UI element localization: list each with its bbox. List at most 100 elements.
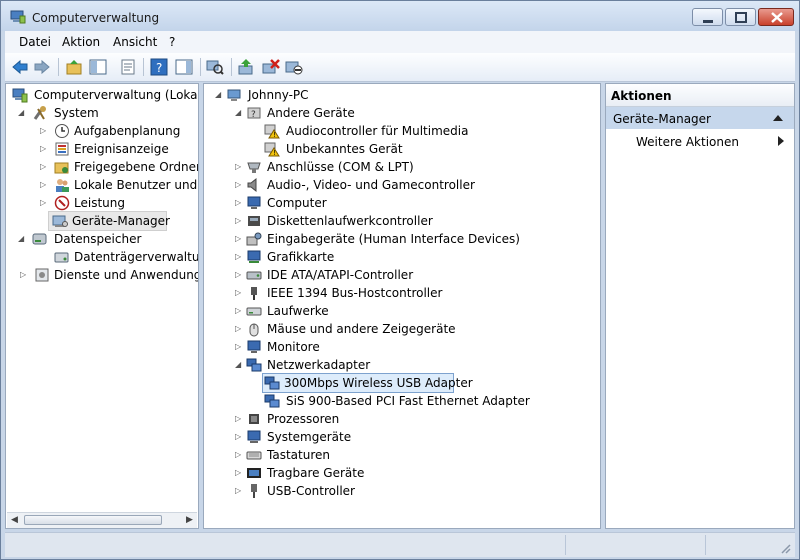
device-item[interactable]: SiS 900-Based PCI Fast Ethernet Adapter: [206, 392, 596, 410]
collapse-up-icon[interactable]: [773, 114, 783, 122]
expand-arrow-icon[interactable]: ▷: [235, 302, 244, 320]
properties-icon[interactable]: [119, 58, 137, 76]
device-item[interactable]: ! Unbekanntes Gerät: [206, 140, 596, 158]
device-category[interactable]: ▷ Mäuse und andere Zeigegeräte: [206, 320, 596, 338]
expand-arrow-icon[interactable]: ▷: [40, 122, 49, 140]
expand-arrow-icon[interactable]: ▷: [235, 176, 244, 194]
device-category[interactable]: ▷ Tragbare Geräte: [206, 464, 596, 482]
actions-item-weitere-aktionen[interactable]: Weitere Aktionen: [606, 130, 794, 152]
device-category[interactable]: ▷ Monitore: [206, 338, 596, 356]
expand-arrow-icon[interactable]: ▷: [235, 320, 244, 338]
show-hide-tree-icon[interactable]: [89, 58, 107, 76]
resize-grip-icon[interactable]: [779, 542, 791, 554]
device-category[interactable]: ▷ Laufwerke: [206, 302, 596, 320]
tree-node-computerverwaltung[interactable]: Computerverwaltung (Lokal): [8, 86, 198, 104]
tree-node-lokale-benutzer[interactable]: ▷ Lokale Benutzer und Gr: [8, 176, 198, 194]
firewire-icon: [251, 287, 257, 300]
tree-node-datenspeicher[interactable]: ◢ Datenspeicher: [8, 230, 196, 248]
update-driver-icon[interactable]: [237, 58, 255, 76]
scroll-left-arrow-icon[interactable]: ◀: [7, 513, 22, 528]
up-folder-icon[interactable]: [65, 58, 83, 76]
tree-node-label: Geräte-Manager: [72, 214, 170, 228]
expand-arrow-icon[interactable]: ▷: [235, 284, 244, 302]
device-root[interactable]: ◢ Johnny-PC: [206, 86, 596, 104]
tree-node-datentraegerverwaltung[interactable]: Datenträgerverwaltung: [8, 248, 199, 266]
menu-datei[interactable]: Datei: [19, 35, 51, 49]
menu-help[interactable]: ?: [169, 35, 175, 49]
tree-node-freigegebene-ordner[interactable]: ▷ Freigegebene Ordner: [8, 158, 198, 176]
device-category[interactable]: ▷ Grafikkarte: [206, 248, 596, 266]
collapse-arrow-icon[interactable]: ◢: [18, 104, 27, 122]
tree-node-label: Andere Geräte: [267, 106, 355, 120]
tree-node-dienste[interactable]: ▷ Dienste und Anwendungen: [8, 266, 198, 284]
back-arrow-icon[interactable]: [11, 58, 29, 76]
device-category[interactable]: ▷ Prozessoren: [206, 410, 596, 428]
monitor-icon: [247, 340, 261, 353]
actions-section-geraete-manager[interactable]: Geräte-Manager: [606, 107, 794, 129]
show-action-pane-icon[interactable]: [175, 58, 193, 76]
expand-arrow-icon[interactable]: ▷: [40, 176, 49, 194]
expand-arrow-icon[interactable]: ▷: [235, 446, 244, 464]
menu-ansicht[interactable]: Ansicht: [113, 35, 157, 49]
actions-header: Aktionen: [606, 84, 794, 107]
horizontal-scrollbar[interactable]: ◀ ▶: [7, 512, 197, 528]
device-category[interactable]: ▷ Audio-, Video- und Gamecontroller: [206, 176, 596, 194]
expand-arrow-icon[interactable]: ▷: [235, 428, 244, 446]
expand-arrow-icon[interactable]: ▷: [40, 140, 49, 158]
tree-node-ereignisanzeige[interactable]: ▷ Ereignisanzeige: [8, 140, 196, 158]
clock-icon: [55, 124, 69, 138]
device-category[interactable]: ▷ Diskettenlaufwerkcontroller: [206, 212, 596, 230]
tree-node-aufgabenplanung[interactable]: ▷ Aufgabenplanung: [8, 122, 196, 140]
tree-node-label: USB-Controller: [267, 484, 355, 498]
collapse-arrow-icon[interactable]: ◢: [235, 104, 244, 122]
tree-node-geraete-manager[interactable]: Geräte-Manager: [48, 211, 170, 231]
scrollbar-thumb[interactable]: [24, 515, 162, 525]
device-category[interactable]: ◢ ? Andere Geräte: [206, 104, 596, 122]
window-title: Computerverwaltung: [32, 11, 160, 25]
collapse-arrow-icon[interactable]: ◢: [18, 230, 27, 248]
actions-pane: Aktionen Geräte-Manager Weitere Aktionen: [605, 83, 795, 529]
scroll-right-arrow-icon[interactable]: ▶: [182, 513, 197, 528]
expand-arrow-icon[interactable]: ▷: [235, 464, 244, 482]
device-item-selected[interactable]: 300Mbps Wireless USB Adapter: [262, 373, 473, 393]
collapse-arrow-icon[interactable]: ◢: [215, 86, 224, 104]
expand-arrow-icon[interactable]: ▷: [235, 158, 244, 176]
shared-folder-icon: [54, 162, 69, 174]
actions-header-label: Aktionen: [611, 89, 672, 103]
device-category[interactable]: ▷ USB-Controller: [206, 482, 596, 500]
menu-aktion[interactable]: Aktion: [62, 35, 100, 49]
expand-arrow-icon[interactable]: ▷: [20, 266, 29, 284]
device-category[interactable]: ▷ Computer: [206, 194, 596, 212]
help-icon[interactable]: ?: [150, 58, 168, 76]
expand-arrow-icon[interactable]: ▷: [235, 482, 244, 500]
minimize-button[interactable]: [692, 8, 723, 26]
expand-arrow-icon[interactable]: ▷: [235, 230, 244, 248]
device-category[interactable]: ▷ IEEE 1394 Bus-Hostcontroller: [206, 284, 596, 302]
maximize-button[interactable]: [725, 8, 756, 26]
tree-node-leistung[interactable]: ▷ Leistung: [8, 194, 196, 212]
expand-arrow-icon[interactable]: ▷: [235, 194, 244, 212]
expand-arrow-icon[interactable]: ▷: [40, 158, 49, 176]
device-category[interactable]: ▷ Eingabegeräte (Human Interface Devices…: [206, 230, 596, 248]
expand-arrow-icon[interactable]: ▷: [235, 266, 244, 284]
expand-arrow-icon[interactable]: ▷: [235, 410, 244, 428]
expand-arrow-icon[interactable]: ▷: [235, 338, 244, 356]
device-category[interactable]: ▷ IDE ATA/ATAPI-Controller: [206, 266, 596, 284]
device-category[interactable]: ▷ Systemgeräte: [206, 428, 596, 446]
expand-arrow-icon[interactable]: ▷: [235, 248, 244, 266]
uninstall-device-icon[interactable]: [262, 58, 280, 76]
tree-node-label: Datenträgerverwaltung: [74, 250, 199, 264]
device-category[interactable]: ▷ Anschlüsse (COM & LPT): [206, 158, 596, 176]
scan-hardware-icon[interactable]: [206, 58, 224, 76]
tree-node-system[interactable]: ◢ System: [8, 104, 196, 122]
disable-device-icon[interactable]: [285, 58, 303, 76]
close-button[interactable]: [758, 8, 794, 26]
expand-arrow-icon[interactable]: ▷: [235, 212, 244, 230]
tree-node-label: Netzwerkadapter: [267, 358, 371, 372]
device-item[interactable]: ! Audiocontroller für Multimedia: [206, 122, 596, 140]
forward-arrow-icon[interactable]: [33, 58, 51, 76]
device-category[interactable]: ▷ Tastaturen: [206, 446, 596, 464]
device-category[interactable]: ◢ Netzwerkadapter: [206, 356, 596, 374]
collapse-arrow-icon[interactable]: ◢: [235, 356, 244, 374]
expand-arrow-icon[interactable]: ▷: [40, 194, 49, 212]
